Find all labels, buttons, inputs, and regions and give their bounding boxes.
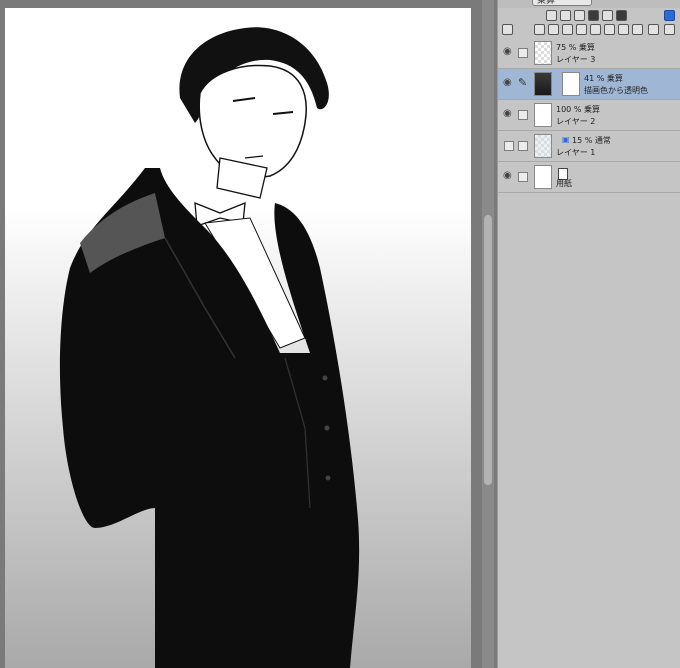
layer-row-paper[interactable]: ◉ 用紙 [498,162,680,193]
reference-layer-icon[interactable] [560,10,571,21]
transfer-down-icon[interactable] [576,24,587,35]
layer-name: 用紙 [556,179,572,188]
vertical-scrollbar[interactable] [482,0,494,668]
layer-thumbnail [534,103,552,127]
layer-opacity-blend: 100 % 乗算 [556,105,600,114]
eye-icon[interactable]: ◉ [503,47,513,57]
layer-mask-thumbnail [562,72,580,96]
draft-layer-icon[interactable] [574,10,585,21]
pen-icon: ✎ [518,76,528,89]
merge-layer-icon[interactable] [590,24,601,35]
layer-panel: 乗算 ◉ 75 % 乗算 レイヤー 3 ◉ ✎ 41 % 乗算 描画色から透明色… [497,0,680,668]
layer-row[interactable]: ◉ 100 % 乗算 レイヤー 2 [498,100,680,131]
delete-layer-icon[interactable] [632,24,643,35]
scrollbar-thumb[interactable] [484,215,492,485]
layer-property-icon[interactable] [648,24,659,35]
visibility-checkbox[interactable] [504,141,514,151]
layer-row[interactable]: ▣ 15 % 通常 レイヤー 1 [498,131,680,162]
panel-menu-icon[interactable] [664,24,675,35]
layer-list: ◉ 75 % 乗算 レイヤー 3 ◉ ✎ 41 % 乗算 描画色から透明色 ◉ … [498,38,680,193]
layer-thumbnail [534,134,552,158]
layer-name: レイヤー 1 [556,148,596,157]
new-folder-icon[interactable] [562,24,573,35]
layer-select-checkbox[interactable] [518,48,528,58]
layer-select-checkbox[interactable] [518,141,528,151]
layer-name: 描画色から透明色 [584,86,648,95]
clip-layer-icon[interactable] [546,10,557,21]
apply-mask-icon[interactable] [618,24,629,35]
eye-icon[interactable]: ◉ [503,78,513,88]
layer-panel-menu-icon[interactable] [502,24,513,35]
mask-enable-icon[interactable] [616,10,627,21]
new-vector-layer-icon[interactable] [548,24,559,35]
layer-opacity-blend: 75 % 乗算 [556,43,595,52]
layer-row[interactable]: ◉ 75 % 乗算 レイヤー 3 [498,38,680,69]
eye-icon[interactable]: ◉ [503,171,513,181]
layer-opacity-blend: 41 % 乗算 [584,74,623,83]
layer-thumbnail [534,72,552,96]
lock-transparency-icon[interactable] [602,10,613,21]
layer-name: レイヤー 2 [556,117,596,126]
create-mask-icon[interactable] [604,24,615,35]
layer-select-checkbox[interactable] [518,110,528,120]
layer-select-checkbox[interactable] [518,172,528,182]
layer-toolbar [498,6,680,38]
layer-type-icon: ▣ [562,135,570,144]
layer-name: レイヤー 3 [556,55,596,64]
lock-layer-icon[interactable] [588,10,599,21]
drawing-canvas[interactable] [5,8,471,668]
layer-thumbnail [534,41,552,65]
new-raster-layer-icon[interactable] [534,24,545,35]
layer-color-icon[interactable] [664,10,675,21]
layer-thumbnail [534,165,552,189]
layer-opacity-blend: 15 % 通常 [572,136,611,145]
canvas-area[interactable] [0,0,497,668]
character-illustration [59,27,360,668]
layer-row-selected[interactable]: ◉ ✎ 41 % 乗算 描画色から透明色 [498,69,680,100]
eye-icon[interactable]: ◉ [503,109,513,119]
